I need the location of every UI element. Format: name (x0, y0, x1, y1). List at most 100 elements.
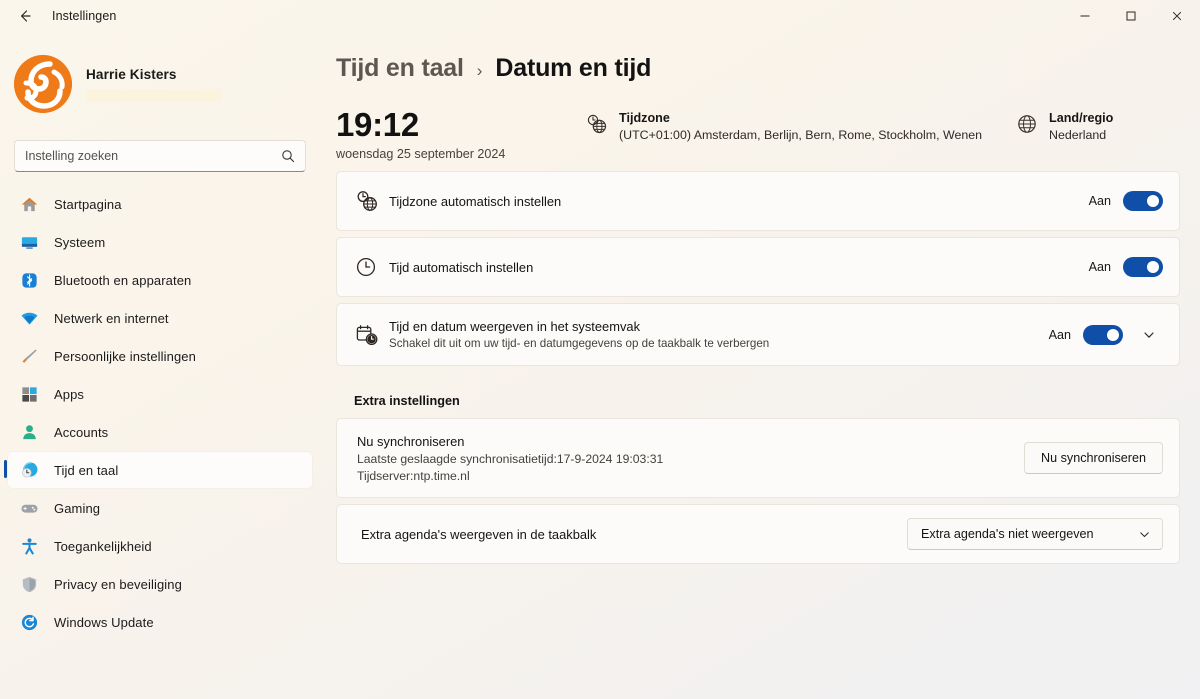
sidebar-item-label: Netwerk en internet (54, 310, 169, 326)
chevron-down-icon (1144, 331, 1154, 338)
sidebar-item-label: Systeem (54, 234, 106, 250)
minimize-button[interactable] (1062, 0, 1108, 32)
current-clock: 19:12 woensdag 25 september 2024 (336, 106, 586, 162)
profile-email-redacted (86, 88, 222, 102)
sidebar-item-label: Windows Update (54, 614, 154, 630)
user-profile[interactable]: Harrie Kisters (0, 32, 320, 118)
sidebar-item-accounts[interactable]: Accounts (8, 414, 312, 450)
auto-timezone-toggle[interactable] (1123, 191, 1163, 211)
monitor-icon (18, 231, 40, 253)
breadcrumb-separator-icon: › (476, 61, 483, 80)
card-text: Tijd automatisch instellen (385, 260, 1089, 275)
card-title: Tijdzone automatisch instellen (389, 193, 562, 209)
sync-text: Nu synchroniseren Laatste geslaagde sync… (357, 434, 1024, 483)
sidebar-item-label: Tijd en taal (54, 462, 119, 478)
paintbrush-icon (18, 345, 40, 367)
sync-last-time: Laatste geslaagde synchronisatietijd:17-… (357, 451, 664, 466)
search-icon (281, 149, 305, 163)
region-value: Nederland (1049, 128, 1107, 142)
accessibility-icon (18, 535, 40, 557)
clock-globe-icon (355, 189, 385, 213)
title-bar: Instellingen (0, 0, 1200, 32)
setting-card-extra-calendars: Extra agenda's weergeven in de taakbalk … (336, 504, 1180, 564)
chevron-down-icon (1140, 531, 1149, 537)
breadcrumb: Tijd en taal › Datum en tijd (320, 32, 1200, 83)
minimize-icon (1080, 15, 1090, 17)
toggle-state-label: Aan (1088, 260, 1111, 274)
current-date: woensdag 25 september 2024 (336, 147, 506, 161)
clock-globe-icon (18, 459, 40, 481)
update-icon (18, 611, 40, 633)
card-text: Tijdzone automatisch instellen (385, 194, 1089, 209)
profile-text: Harrie Kisters (86, 67, 222, 102)
sidebar-item-label: Toegankelijkheid (54, 538, 152, 554)
extra-calendars-dropdown[interactable]: Extra agenda's niet weergeven (907, 518, 1163, 550)
back-button[interactable] (8, 3, 42, 29)
timezone-value: (UTC+01:00) Amsterdam, Berlijn, Bern, Ro… (619, 128, 983, 142)
dropdown-selected-value: Extra agenda's niet weergeven (921, 527, 1094, 541)
sidebar-item-persoonlijke-instellingen[interactable]: Persoonlijke instellingen (8, 338, 312, 374)
sidebar-item-systeem[interactable]: Systeem (8, 224, 312, 260)
card-title: Tijd en datum weergeven in het systeemva… (389, 319, 641, 334)
sync-server: Tijdserver:ntp.time.nl (357, 468, 470, 483)
region-title: Land/regio (1049, 111, 1114, 125)
sidebar-item-tijd-en-taal[interactable]: Tijd en taal (4, 452, 312, 488)
shield-icon (18, 573, 40, 595)
sidebar-item-label: Accounts (54, 424, 109, 440)
window-controls (1062, 0, 1200, 32)
brand-logo-icon (14, 55, 72, 113)
sidebar-item-startpagina[interactable]: Startpagina (8, 186, 312, 222)
maximize-button[interactable] (1108, 0, 1154, 32)
search-box[interactable] (14, 140, 306, 172)
current-time: 19:12 (336, 106, 419, 143)
back-arrow-icon (21, 10, 31, 22)
calendar-clock-icon (355, 323, 385, 347)
clock-icon (355, 256, 385, 278)
card-controls: Aan (1089, 191, 1163, 211)
auto-time-toggle[interactable] (1123, 257, 1163, 277)
card-text: Tijd en datum weergeven in het systeemva… (385, 319, 1049, 350)
sidebar-item-bluetooth[interactable]: Bluetooth en apparaten (8, 262, 312, 298)
sidebar-item-toegankelijkheid[interactable]: Toegankelijkheid (8, 528, 312, 564)
section-title-extra-settings: Extra instellingen (354, 394, 460, 408)
date-time-summary: 19:12 woensdag 25 september 2024 Tijdzon… (320, 83, 1200, 162)
setting-card-auto-time[interactable]: Tijd automatisch instellen Aan (336, 237, 1180, 297)
card-title: Tijd automatisch instellen (389, 259, 534, 275)
profile-name: Harrie Kisters (86, 66, 177, 82)
sidebar-item-label: Apps (54, 386, 85, 402)
toggle-state-label: Aan (1088, 194, 1111, 208)
card-subtitle: Schakel dit uit om uw tijd- en datumgege… (389, 337, 770, 350)
gamepad-icon (18, 497, 40, 519)
setting-card-show-time-systray[interactable]: Tijd en datum weergeven in het systeemva… (336, 303, 1180, 366)
region-summary: Land/regio Nederland (1016, 107, 1113, 142)
apps-icon (18, 383, 40, 405)
main-content: Tijd en taal › Datum en tijd 19:12 woens… (320, 32, 1200, 699)
person-icon (18, 421, 40, 443)
bluetooth-icon (18, 269, 40, 291)
maximize-icon (1126, 11, 1136, 21)
sidebar-item-apps[interactable]: Apps (8, 376, 312, 412)
sidebar-item-label: Persoonlijke instellingen (54, 348, 196, 364)
sidebar-item-label: Privacy en beveiliging (54, 576, 182, 592)
home-icon (18, 193, 40, 215)
sidebar-item-gaming[interactable]: Gaming (8, 490, 312, 526)
sidebar-item-label: Bluetooth en apparaten (54, 272, 192, 288)
wifi-icon (18, 307, 40, 329)
clock-globe-icon (586, 113, 608, 140)
setting-card-auto-timezone[interactable]: Tijdzone automatisch instellen Aan (336, 171, 1180, 231)
sidebar-nav: Startpagina Systeem Bluetooth en apparat… (0, 186, 320, 640)
timezone-title: Tijdzone (619, 111, 670, 125)
show-time-systray-toggle[interactable] (1083, 324, 1123, 345)
sidebar-item-privacy[interactable]: Privacy en beveiliging (8, 566, 312, 602)
sync-now-button[interactable]: Nu synchroniseren (1024, 442, 1163, 474)
close-icon (1172, 11, 1182, 21)
sidebar-item-netwerk[interactable]: Netwerk en internet (8, 300, 312, 336)
breadcrumb-parent[interactable]: Tijd en taal (336, 54, 464, 83)
search-input[interactable] (15, 149, 281, 163)
timezone-summary: Tijdzone (UTC+01:00) Amsterdam, Berlijn,… (586, 107, 1016, 142)
expand-card-button[interactable] (1135, 321, 1163, 349)
card-title: Extra agenda's weergeven in de taakbalk (361, 526, 597, 542)
card-text: Extra agenda's weergeven in de taakbalk (357, 527, 907, 542)
close-button[interactable] (1154, 0, 1200, 32)
sidebar-item-windows-update[interactable]: Windows Update (8, 604, 312, 640)
